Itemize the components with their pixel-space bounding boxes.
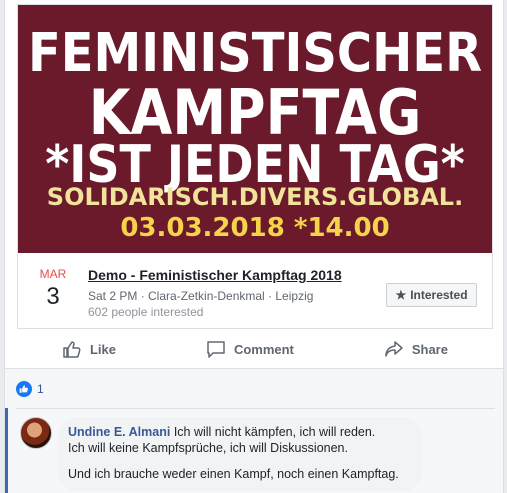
event-meta: Sat 2 PM · Clara-Zetkin-Denkmal · Leipzi… <box>88 289 314 303</box>
event-info: MAR 3 Demo - Feministischer Kampftag 201… <box>18 253 492 328</box>
avatar[interactable] <box>20 417 52 449</box>
like-button-label: Like <box>89 341 116 357</box>
comment-bubble-icon <box>207 341 225 358</box>
event-day: 3 <box>46 283 60 310</box>
event-interested-count: 602 people interested <box>88 305 204 319</box>
comments-section: Undine E. Almani Ich will nicht kämpfen,… <box>5 408 503 493</box>
post-actions: Like Comment Share <box>17 330 493 368</box>
comment-text-line-3: Und ich brauche weder einen Kampf, noch … <box>68 467 399 481</box>
comment-text-line-2: Ich will keine Kampfsprüche, ich will Di… <box>68 441 348 455</box>
comment-text-line-1: Ich will nicht kämpfen, ich will reden. <box>173 425 376 439</box>
comment-author-link[interactable]: Undine E. Almani <box>68 425 170 439</box>
comment-button[interactable]: Comment <box>206 339 294 359</box>
event-cover-image[interactable]: FEMINISTISCHER KAMPFTAG *IST JEDEN TAG* … <box>18 5 492 253</box>
interested-button[interactable]: ★ Interested <box>386 283 477 307</box>
banner-line-5: 03.03.2018 *14.00 <box>120 213 390 243</box>
post-card: FEMINISTISCHER KAMPFTAG *IST JEDEN TAG* … <box>4 0 504 493</box>
thumbs-up-outline-icon <box>63 341 81 358</box>
reactions-row[interactable]: 1 <box>5 368 503 408</box>
comment-bubble: Undine E. Almani Ich will nicht kämpfen,… <box>58 417 422 491</box>
like-button[interactable]: Like <box>62 339 116 359</box>
share-button-label: Share <box>411 341 448 357</box>
divider <box>16 408 495 409</box>
reaction-count[interactable]: 1 <box>37 382 44 396</box>
share-arrow-icon <box>385 341 403 357</box>
thumbs-up-icon <box>16 381 32 397</box>
star-icon: ★ <box>395 288 407 302</box>
event-title-link[interactable]: Demo - Feministischer Kampftag 2018 <box>88 267 342 283</box>
share-button[interactable]: Share <box>384 339 448 359</box>
interested-button-label: Interested <box>410 288 468 302</box>
event-month: MAR <box>39 267 67 281</box>
banner-line-1: FEMINISTISCHER <box>27 21 483 85</box>
comment-button-label: Comment <box>233 341 294 357</box>
banner-line-4: SOLIDARISCH.DIVERS.GLOBAL. <box>46 183 464 211</box>
event-card[interactable]: FEMINISTISCHER KAMPFTAG *IST JEDEN TAG* … <box>17 4 493 329</box>
event-date: MAR 3 <box>36 267 70 311</box>
